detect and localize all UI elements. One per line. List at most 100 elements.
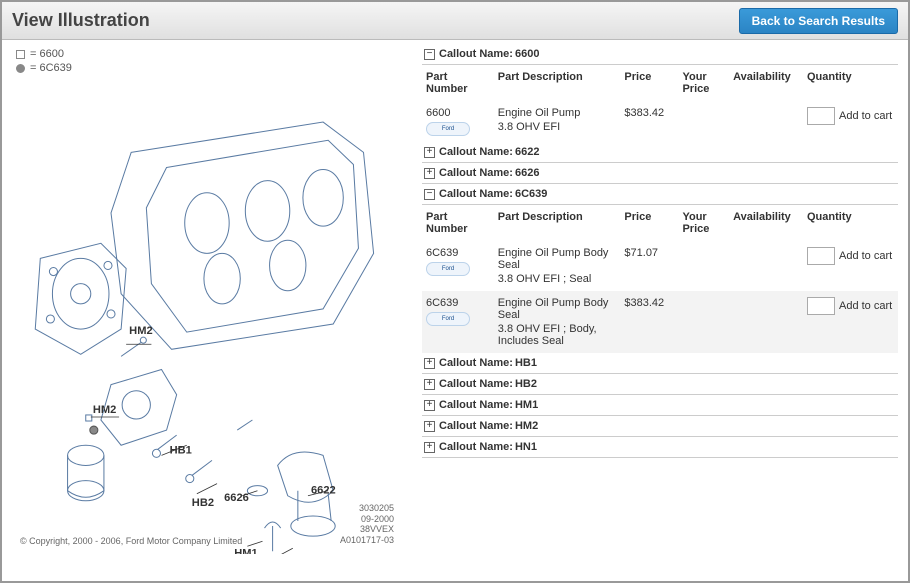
- callout-prefix: Callout Name:: [439, 399, 513, 411]
- callout-name: 6600: [515, 48, 539, 60]
- price-cell: $71.07: [620, 241, 678, 291]
- callout-header[interactable]: + Callout Name: HB2: [422, 374, 898, 395]
- legend-item: = 6C639: [16, 62, 414, 74]
- diagram-footer: 3030205 09-2000 38VVEX A0101717-03: [340, 503, 394, 546]
- diagram-label: HB1: [170, 444, 192, 456]
- column-header: Availability: [729, 205, 803, 241]
- price-cell: $383.42: [620, 101, 678, 142]
- column-header: Your Price: [678, 205, 729, 241]
- part-number-cell: 6C639 Ford: [422, 291, 494, 353]
- expand-icon[interactable]: +: [424, 168, 435, 179]
- collapse-icon[interactable]: −: [424, 189, 435, 200]
- callout-name: 6622: [515, 146, 539, 158]
- parts-table: Part NumberPart DescriptionPriceYour Pri…: [422, 65, 898, 142]
- legend-item: = 6600: [16, 48, 414, 60]
- callout-name: 6626: [515, 167, 539, 179]
- quantity-input[interactable]: [807, 247, 835, 265]
- callout-name: HM2: [515, 420, 538, 432]
- callout-prefix: Callout Name:: [439, 420, 513, 432]
- callout-header[interactable]: −Callout Name: 6C639: [422, 184, 898, 205]
- availability-cell: [729, 241, 803, 291]
- diagram-ref: 38VVEX: [340, 524, 394, 535]
- expand-icon[interactable]: +: [424, 421, 435, 432]
- callout-prefix: Callout Name:: [439, 357, 513, 369]
- part-number: 6C639: [426, 297, 490, 309]
- callout-name: HM1: [515, 399, 538, 411]
- column-header: Price: [620, 65, 678, 101]
- page-header: View Illustration Back to Search Results: [2, 2, 908, 40]
- parts-list-panel: −Callout Name: 6600Part NumberPart Descr…: [422, 40, 908, 581]
- availability-cell: [729, 291, 803, 353]
- part-desc-sub: 3.8 OHV EFI ; Seal: [498, 273, 617, 285]
- part-desc-sub: 3.8 OHV EFI ; Body, Includes Seal: [498, 323, 617, 347]
- part-number: 6C639: [426, 247, 490, 259]
- legend-label: = 6600: [30, 48, 64, 60]
- callout-prefix: Callout Name:: [439, 146, 513, 158]
- quantity-cell: Add to cart: [803, 241, 898, 291]
- add-to-cart-link[interactable]: Add to cart: [839, 300, 892, 312]
- diagram-svg: HM2 HM2 HB1 HB2 6626 6622 HM1 HN1: [10, 84, 414, 554]
- callout-name: 6C639: [515, 188, 547, 200]
- callout-header[interactable]: + Callout Name: 6622: [422, 142, 898, 163]
- column-header: Price: [620, 205, 678, 241]
- callout-header[interactable]: + Callout Name: HM1: [422, 395, 898, 416]
- expand-icon[interactable]: +: [424, 147, 435, 158]
- page-title: View Illustration: [12, 10, 150, 31]
- expand-icon[interactable]: +: [424, 358, 435, 369]
- expand-icon[interactable]: +: [424, 379, 435, 390]
- diagram-ref: 3030205: [340, 503, 394, 514]
- collapse-icon[interactable]: −: [424, 49, 435, 60]
- part-description-cell: Engine Oil Pump Body Seal 3.8 OHV EFI ; S…: [494, 241, 621, 291]
- part-description-cell: Engine Oil Pump Body Seal3.8 OHV EFI ; B…: [494, 291, 621, 353]
- brand-logo-icon: Ford: [426, 312, 470, 326]
- callout-name: HN1: [515, 441, 537, 453]
- legend-label: = 6C639: [30, 62, 72, 74]
- add-to-cart-link[interactable]: Add to cart: [839, 110, 892, 122]
- part-number-cell: 6C639 Ford: [422, 241, 494, 291]
- callout-header[interactable]: +Callout Name: 6626: [422, 163, 898, 184]
- part-desc: Engine Oil Pump Body Seal: [498, 297, 609, 321]
- square-icon: [16, 50, 25, 59]
- callout-header[interactable]: + Callout Name: HM2: [422, 416, 898, 437]
- column-header: Your Price: [678, 65, 729, 101]
- column-header: Part Description: [494, 65, 621, 101]
- content-area: = 6600 = 6C639: [2, 40, 908, 581]
- callout-prefix: Callout Name:: [439, 188, 513, 200]
- back-to-results-button[interactable]: Back to Search Results: [739, 8, 898, 34]
- add-to-cart-link[interactable]: Add to cart: [839, 250, 892, 262]
- callout-header[interactable]: + Callout Name: HN1: [422, 437, 898, 458]
- callout-name: HB1: [515, 357, 537, 369]
- callout-name: HB2: [515, 378, 537, 390]
- callout-prefix: Callout Name:: [439, 441, 513, 453]
- callout-prefix: Callout Name:: [439, 378, 513, 390]
- diagram-ref: A0101717-03: [340, 535, 394, 546]
- diagram-label: HB2: [192, 497, 214, 509]
- diagram-label: HM1: [234, 547, 257, 554]
- circle-icon: [16, 64, 25, 73]
- part-desc: Engine Oil Pump Body Seal: [498, 247, 609, 271]
- column-header: Quantity: [803, 65, 898, 101]
- callout-header[interactable]: + Callout Name: HB1: [422, 353, 898, 374]
- diagram-label: 6626: [224, 492, 249, 504]
- price-cell: $383.42: [620, 291, 678, 353]
- expand-icon[interactable]: +: [424, 400, 435, 411]
- your-price-cell: [678, 101, 729, 142]
- part-number-cell: 6600Ford: [422, 101, 494, 142]
- part-description-cell: Engine Oil Pump3.8 OHV EFI: [494, 101, 621, 142]
- callout-prefix: Callout Name:: [439, 48, 513, 60]
- quantity-input[interactable]: [807, 107, 835, 125]
- expand-icon[interactable]: +: [424, 442, 435, 453]
- parts-diagram: HM2 HM2 HB1 HB2 6626 6622 HM1 HN1 303020…: [10, 84, 414, 554]
- part-desc: Engine Oil Pump: [498, 107, 581, 119]
- diagram-label: HM2: [129, 325, 152, 337]
- column-header: Part Number: [422, 205, 494, 241]
- part-number: 6600: [426, 107, 490, 119]
- callout-header[interactable]: −Callout Name: 6600: [422, 44, 898, 65]
- diagram-label: 6622: [311, 485, 336, 497]
- column-header: Quantity: [803, 205, 898, 241]
- brand-logo-icon: Ford: [426, 262, 470, 276]
- column-header: Availability: [729, 65, 803, 101]
- quantity-cell: Add to cart: [803, 291, 898, 353]
- parts-table: Part NumberPart DescriptionPriceYour Pri…: [422, 205, 898, 353]
- quantity-input[interactable]: [807, 297, 835, 315]
